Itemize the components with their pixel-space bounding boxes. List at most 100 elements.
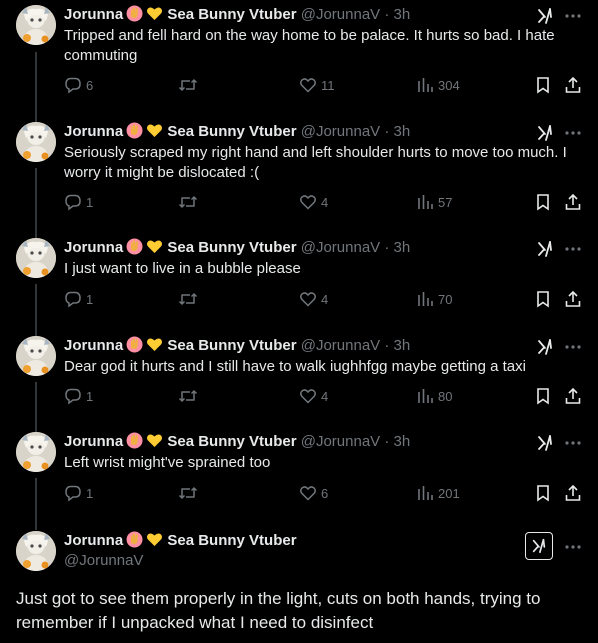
bookmark-icon [534,484,552,502]
author-handle[interactable]: @JorunnaV [301,433,380,450]
grok-icon[interactable] [536,434,554,452]
raised-hand-emoji [126,122,143,145]
author-name[interactable]: Jorunna [64,6,123,23]
timestamp[interactable]: 3h [394,239,411,256]
bookmark-button[interactable] [534,386,552,406]
tweet-header: Jorunna Sea Bunny Vtuber @JorunnaV · 3h [64,336,410,359]
share-button[interactable] [564,483,582,503]
author-name-suffix[interactable]: Sea Bunny Vtuber [167,337,296,354]
timestamp[interactable]: 3h [394,123,411,140]
reply-count: 1 [86,485,94,501]
grok-icon[interactable] [536,124,554,142]
reply-count: 1 [86,388,94,404]
avatar[interactable] [16,238,56,278]
avatar[interactable] [16,122,56,162]
views-count: 304 [438,77,460,93]
avatar[interactable] [16,5,56,45]
like-count: 11 [321,77,335,93]
author-handle[interactable]: @JorunnaV [301,337,380,354]
more-icon[interactable] [564,124,582,142]
more-icon[interactable] [564,240,582,258]
author-handle[interactable]: @JorunnaV [301,239,380,256]
share-button[interactable] [564,386,582,406]
reply-button[interactable]: 1 [64,386,93,406]
yellow-heart-emoji [146,432,163,455]
views-button[interactable]: 57 [416,192,452,212]
avatar[interactable] [16,432,56,472]
tweet-header: Jorunna Sea Bunny Vtuber @JorunnaV · 3h [64,432,410,455]
author-name[interactable]: Jorunna [64,433,123,450]
author-name[interactable]: Jorunna [64,239,123,256]
retweet-icon [178,484,198,502]
bookmark-icon [534,387,552,405]
like-count: 6 [321,485,329,501]
like-button[interactable]: 11 [299,75,335,95]
thread-tweet[interactable]: Jorunna Sea Bunny Vtuber @JorunnaV · 3h … [0,432,598,542]
tweet-text: I just want to live in a bubble please [64,260,301,277]
reply-count: 1 [86,194,94,210]
author-name-suffix[interactable]: Sea Bunny Vtuber [167,239,296,256]
retweet-button[interactable] [178,75,202,95]
bookmark-button[interactable] [534,192,552,212]
avatar[interactable] [16,336,56,376]
grok-icon[interactable] [536,338,554,356]
share-button[interactable] [564,75,582,95]
tweet-actions: 1 4 70 [64,289,584,309]
yellow-heart-emoji [146,238,163,261]
bookmark-button[interactable] [534,289,552,309]
author-name-suffix[interactable]: Sea Bunny Vtuber [167,6,296,23]
views-button[interactable]: 70 [416,289,452,309]
like-icon [299,76,317,94]
retweet-button[interactable] [178,289,202,309]
thread-tweet[interactable]: Jorunna Sea Bunny Vtuber @JorunnaV · 3h … [0,238,598,348]
like-button[interactable]: 4 [299,386,328,406]
timestamp[interactable]: 3h [394,433,411,450]
author-handle[interactable]: @JorunnaV [301,123,380,140]
like-button[interactable]: 6 [299,483,328,503]
views-icon [416,484,434,502]
reply-button[interactable]: 1 [64,483,93,503]
timestamp[interactable]: 3h [394,337,411,354]
author-name[interactable]: Jorunna [64,123,123,140]
thread-tweet[interactable]: Jorunna Sea Bunny Vtuber @JorunnaV · 3h … [0,5,598,115]
views-count: 70 [438,291,453,307]
grok-icon[interactable] [536,7,554,25]
raised-hand-emoji [126,432,143,455]
like-button[interactable]: 4 [299,192,328,212]
tweet-header: Jorunna Sea Bunny Vtuber @JorunnaV · 3h [64,238,410,261]
thread-tweet[interactable]: Jorunna Sea Bunny Vtuber @JorunnaV · 3h … [0,122,598,232]
reply-button[interactable]: 1 [64,192,93,212]
more-icon[interactable] [564,338,582,356]
reply-button[interactable]: 6 [64,75,93,95]
retweet-button[interactable] [178,192,202,212]
reply-button[interactable]: 1 [64,289,93,309]
reply-icon [64,387,82,405]
bookmark-button[interactable] [534,483,552,503]
retweet-button[interactable] [178,386,202,406]
retweet-button[interactable] [178,483,202,503]
author-name-suffix[interactable]: Sea Bunny Vtuber [167,433,296,450]
like-icon [299,387,317,405]
views-button[interactable]: 201 [416,483,460,503]
share-button[interactable] [564,289,582,309]
more-icon[interactable] [564,434,582,452]
retweet-icon [178,290,198,308]
more-icon[interactable] [564,7,582,25]
timestamp[interactable]: 3h [394,6,411,23]
views-button[interactable]: 304 [416,75,460,95]
bookmark-button[interactable] [534,75,552,95]
views-button[interactable]: 80 [416,386,452,406]
like-button[interactable]: 4 [299,289,328,309]
separator: · [384,337,390,354]
author-name-suffix[interactable]: Sea Bunny Vtuber [167,123,296,140]
author-handle[interactable]: @JorunnaV [301,6,380,23]
author-name[interactable]: Jorunna [64,337,123,354]
author-handle[interactable]: @JorunnaV [64,552,143,569]
tweet-actions: 1 4 80 [64,386,584,406]
reply-icon [64,484,82,502]
share-button[interactable] [564,192,582,212]
share-icon [564,76,582,94]
grok-icon[interactable] [536,240,554,258]
thread-tweet[interactable]: Jorunna Sea Bunny Vtuber @JorunnaV · 3h … [0,336,598,446]
retweet-icon [178,387,198,405]
